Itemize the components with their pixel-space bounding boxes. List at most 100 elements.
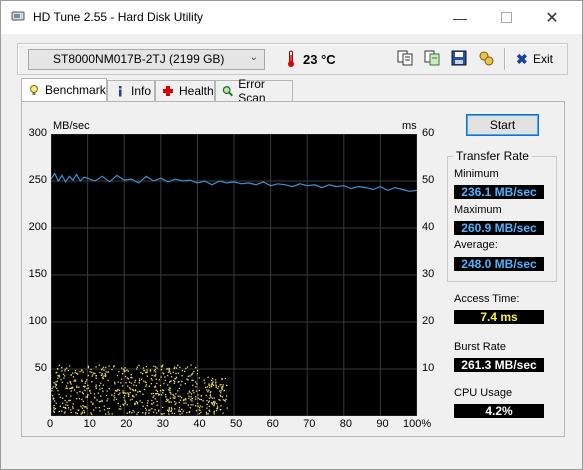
access-time-point — [74, 369, 77, 372]
access-time-point — [115, 398, 118, 400]
minimize-icon: — — [453, 9, 467, 26]
access-time-point — [136, 413, 138, 415]
access-time-point — [188, 397, 190, 400]
access-time-point — [118, 393, 120, 396]
drive-select[interactable]: ST8000NM017B-2TJ (2199 GB) ⌄ — [28, 49, 265, 70]
access-time-point — [195, 367, 197, 369]
access-time-point — [114, 381, 116, 383]
access-time-point — [77, 409, 79, 411]
tab-health[interactable]: Health — [155, 80, 215, 101]
access-time-point — [130, 374, 132, 376]
access-time-point — [81, 391, 84, 394]
access-time-point — [134, 381, 136, 383]
save-icon[interactable] — [450, 49, 468, 67]
options-icon[interactable] — [477, 49, 495, 67]
access-time-point — [185, 399, 187, 401]
window-title: HD Tune 2.55 - Hard Disk Utility — [33, 10, 204, 24]
access-time-point — [200, 398, 203, 401]
tab-info[interactable]: Info — [107, 80, 155, 101]
access-time-point — [58, 376, 61, 378]
access-time-point — [86, 396, 89, 398]
access-time-point — [192, 389, 194, 392]
access-time-point — [195, 410, 198, 412]
access-time-point — [212, 383, 214, 386]
access-time-point — [84, 386, 86, 388]
toolbar: ST8000NM017B-2TJ (2199 GB) ⌄ 23 °C ✖ Exi… — [17, 43, 568, 75]
access-time-point — [68, 365, 71, 367]
access-time-point — [182, 410, 184, 412]
access-time-point — [136, 368, 138, 370]
access-time-point — [156, 367, 158, 369]
access-time-point — [178, 407, 181, 409]
access-time-point — [99, 410, 101, 412]
access-time-point — [173, 395, 175, 397]
x-tick-label: 50 — [230, 418, 243, 430]
access-time-point — [221, 396, 224, 398]
exit-icon[interactable]: ✖ — [516, 51, 528, 68]
access-time-point — [147, 400, 149, 402]
access-time-point — [122, 368, 125, 370]
exit-button[interactable]: Exit — [533, 52, 553, 66]
access-time-point — [55, 402, 57, 404]
access-time-point — [153, 395, 155, 397]
access-time-point — [138, 382, 140, 384]
access-time-point — [60, 378, 62, 381]
access-time-point — [66, 401, 68, 403]
access-time-point — [167, 409, 169, 411]
access-time-point — [166, 398, 168, 400]
access-time-point — [86, 379, 88, 381]
access-time-point — [197, 394, 199, 396]
access-time-point — [94, 372, 96, 375]
access-time-point — [195, 381, 197, 383]
access-time-point — [132, 409, 134, 412]
access-time-point — [101, 373, 103, 375]
copy-info-icon[interactable] — [396, 49, 414, 67]
tab-benchmark[interactable]: Benchmark — [21, 78, 107, 101]
access-time-point — [190, 396, 192, 398]
thermometer-icon — [288, 50, 294, 67]
access-time-point — [85, 396, 87, 398]
maximize-button[interactable] — [483, 1, 529, 34]
access-time-point — [177, 390, 179, 392]
access-time-point — [54, 386, 56, 388]
access-time-point — [93, 393, 96, 395]
access-time-point — [152, 402, 155, 404]
access-time-point — [167, 371, 170, 373]
right-tick-label: 40 — [422, 221, 435, 233]
access-time-point — [101, 374, 103, 376]
title-bar[interactable]: HD Tune 2.55 - Hard Disk Utility — ✕ — [1, 1, 582, 34]
access-time-point — [150, 383, 152, 385]
left-tick-label: 50 — [34, 362, 47, 374]
access-time-point — [101, 387, 103, 390]
access-time-point — [199, 405, 201, 407]
access-time-point — [102, 390, 104, 392]
x-tick-label: 30 — [156, 418, 170, 430]
access-time-point — [51, 390, 53, 392]
status-bar — [1, 443, 582, 469]
access-time-point — [195, 396, 197, 398]
access-time-point — [210, 383, 213, 385]
start-button[interactable]: Start — [466, 114, 539, 136]
access-time-point — [65, 404, 67, 406]
access-time-point — [70, 411, 72, 414]
access-time-point — [217, 407, 219, 409]
access-time-point — [86, 407, 88, 409]
access-time-point — [178, 409, 180, 411]
access-time-point — [161, 413, 164, 415]
tab-error-scan[interactable]: Error Scan — [215, 77, 293, 105]
access-time-point — [81, 407, 83, 409]
access-time-point — [65, 395, 67, 397]
access-time-point — [86, 388, 88, 390]
copy-screenshot-icon[interactable] — [423, 49, 441, 67]
access-time-point — [181, 408, 183, 410]
access-time-point — [146, 405, 148, 407]
close-button[interactable]: ✕ — [529, 1, 575, 34]
access-time-point — [57, 390, 59, 392]
access-time-point — [213, 404, 215, 406]
access-time-point — [123, 392, 125, 394]
access-time-point — [170, 393, 172, 395]
access-time-point — [144, 413, 147, 415]
access-time-point — [143, 369, 145, 372]
minimize-button[interactable]: — — [437, 1, 483, 34]
access-time-point — [161, 406, 164, 409]
